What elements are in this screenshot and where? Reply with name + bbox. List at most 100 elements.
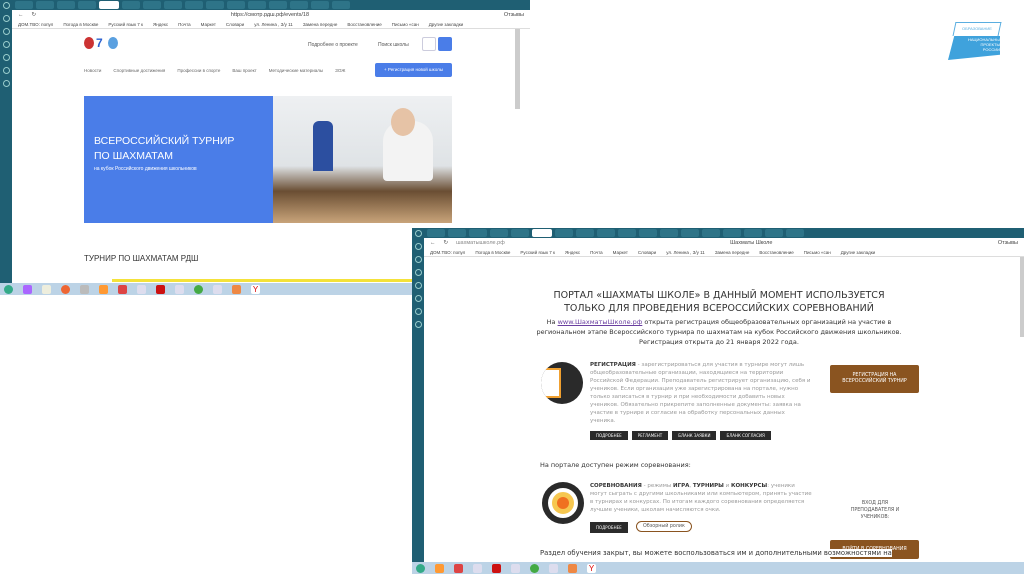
bookmark[interactable]: Погода в Москве: [63, 22, 98, 27]
tab[interactable]: [681, 229, 699, 237]
bookmark[interactable]: Восстановление: [759, 250, 793, 255]
competitions-details-button[interactable]: ПОДРОБНЕЕ: [590, 522, 628, 533]
window-icon[interactable]: [137, 284, 146, 294]
tab[interactable]: [57, 1, 75, 9]
tab[interactable]: [744, 229, 762, 237]
chrome-icon[interactable]: [530, 563, 539, 573]
tab[interactable]: [511, 229, 529, 237]
tab[interactable]: [164, 1, 182, 9]
about-link[interactable]: Подробнее о проекте: [308, 42, 358, 48]
reload-icon[interactable]: ↻: [444, 240, 449, 246]
feedback-button[interactable]: Отзывы: [998, 240, 1018, 246]
nav-item[interactable]: Профессии в спорте: [177, 68, 220, 73]
tab[interactable]: [269, 1, 287, 9]
player-icon[interactable]: [435, 563, 444, 573]
school-search[interactable]: Поиск школы: [378, 42, 409, 48]
bookmark[interactable]: Письмо «сан: [804, 250, 831, 255]
tab[interactable]: [15, 1, 33, 9]
feedback-button[interactable]: Отзывы: [504, 12, 524, 18]
nav-item[interactable]: ЗОЖ: [335, 68, 345, 73]
pdf-icon[interactable]: [492, 563, 501, 573]
bookmark[interactable]: Другие закладки: [429, 22, 463, 27]
bookmark[interactable]: Почта: [178, 22, 191, 27]
tab[interactable]: [185, 1, 203, 9]
bookmark[interactable]: Словари: [638, 250, 656, 255]
nav-item[interactable]: Спортивные достижения: [113, 68, 165, 73]
start-icon[interactable]: [4, 284, 13, 294]
bookmark[interactable]: Словари: [226, 22, 244, 27]
reload-icon[interactable]: ↻: [32, 12, 37, 18]
user-button[interactable]: [438, 37, 452, 51]
app-icon[interactable]: [80, 284, 89, 294]
tab[interactable]: [332, 1, 350, 9]
tab[interactable]: [78, 1, 96, 9]
window-icon[interactable]: [175, 284, 184, 294]
bookmark[interactable]: Яндекс: [565, 250, 580, 255]
tab[interactable]: [206, 1, 224, 9]
nav-item[interactable]: Ваш проект: [232, 68, 256, 73]
firefox-icon[interactable]: [61, 284, 70, 294]
site-link[interactable]: www.ШахматыШколе.рф: [558, 318, 643, 326]
bookmark[interactable]: Замена передне: [303, 22, 338, 27]
tab[interactable]: [490, 229, 508, 237]
bookmark[interactable]: Письмо «сан: [392, 22, 419, 27]
window-icon[interactable]: [213, 284, 222, 294]
app-icon[interactable]: [232, 284, 241, 294]
tab[interactable]: [143, 1, 161, 9]
tab[interactable]: [227, 1, 245, 9]
bookmark[interactable]: Почта: [590, 250, 603, 255]
tab[interactable]: [290, 1, 308, 9]
bookmark[interactable]: Маркет: [613, 250, 628, 255]
tab[interactable]: [618, 229, 636, 237]
bookmark[interactable]: Маркет: [201, 22, 216, 27]
tab-active[interactable]: [532, 229, 552, 237]
bookmark[interactable]: Восстановление: [347, 22, 381, 27]
app-icon[interactable]: [568, 563, 577, 573]
bookmark[interactable]: Русский язык 7 к: [520, 250, 555, 255]
tab[interactable]: [36, 1, 54, 9]
details-button[interactable]: ПОДРОБНЕЕ: [590, 431, 628, 440]
favorites-button[interactable]: [422, 37, 436, 51]
overview-video-button[interactable]: Обзорный ролик: [636, 521, 692, 532]
scrollbar[interactable]: [1020, 257, 1024, 337]
app-icon[interactable]: [23, 284, 32, 294]
tab[interactable]: [639, 229, 657, 237]
bookmark[interactable]: Яндекс: [153, 22, 168, 27]
tab[interactable]: [122, 1, 140, 9]
tab[interactable]: [311, 1, 329, 9]
tab[interactable]: [702, 229, 720, 237]
tab[interactable]: [576, 229, 594, 237]
folder-icon[interactable]: [42, 284, 51, 294]
register-tournament-button[interactable]: РЕГИСТРАЦИЯ НА ВСЕРОССИЙСКИЙ ТУРНИР: [830, 365, 919, 393]
tab[interactable]: [597, 229, 615, 237]
tab[interactable]: [448, 229, 466, 237]
start-icon[interactable]: [416, 563, 425, 573]
yandex-icon[interactable]: Y: [251, 284, 260, 294]
tab[interactable]: [660, 229, 678, 237]
bookmark[interactable]: Замена передне: [715, 250, 750, 255]
tab-active[interactable]: [99, 1, 119, 9]
tab[interactable]: [469, 229, 487, 237]
player-icon[interactable]: [99, 284, 108, 294]
back-icon[interactable]: ←: [430, 240, 436, 246]
window-icon[interactable]: [511, 563, 520, 573]
regulations-button[interactable]: РЕГЛАМЕНТ: [631, 431, 669, 440]
nav-item[interactable]: Методические материалы: [269, 68, 323, 73]
scrollbar[interactable]: [515, 29, 520, 109]
bookmark[interactable]: ДОМ.ТВО: попул: [430, 250, 465, 255]
bookmark[interactable]: ДОМ.ТВО: попул: [18, 22, 53, 27]
bookmark[interactable]: ул. Ленина , З/у 11: [254, 22, 293, 27]
tab[interactable]: [786, 229, 804, 237]
site-logo[interactable]: 7: [84, 37, 134, 51]
register-school-button[interactable]: + Регистрация новой школы: [375, 63, 452, 77]
back-icon[interactable]: ←: [18, 12, 24, 18]
tab[interactable]: [427, 229, 445, 237]
bookmark[interactable]: ул. Ленина , З/у 11: [666, 250, 705, 255]
bookmark[interactable]: Другие закладки: [841, 250, 875, 255]
pdf-icon[interactable]: [156, 284, 165, 294]
window-icon[interactable]: [549, 563, 558, 573]
tab[interactable]: [765, 229, 783, 237]
nav-item[interactable]: Новости: [84, 68, 101, 73]
app-icon[interactable]: [118, 284, 127, 294]
chrome-icon[interactable]: [194, 284, 203, 294]
